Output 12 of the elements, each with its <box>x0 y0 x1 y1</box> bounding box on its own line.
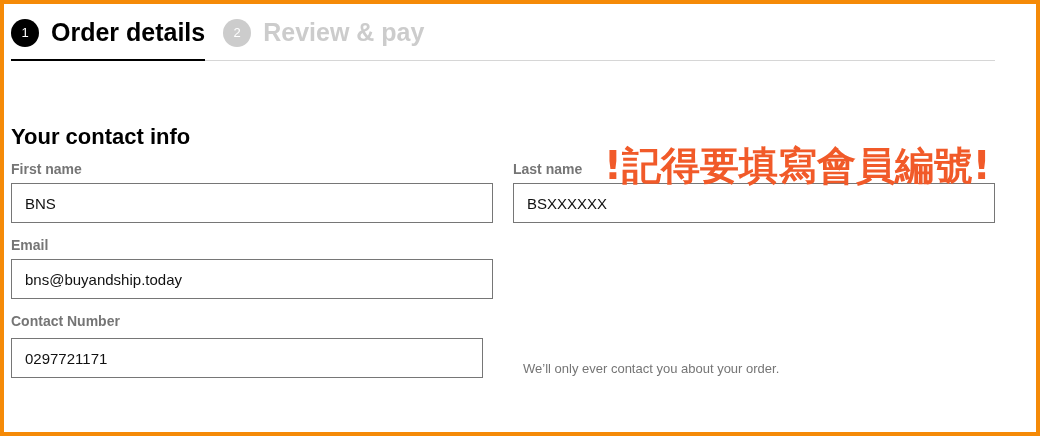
field-label: Last name <box>513 160 583 178</box>
input-field[interactable]: BNS <box>11 183 493 223</box>
step-tab[interactable]: 1 Order details <box>11 18 206 61</box>
hint-text: We’ll only ever contact you about your order. <box>522 361 781 377</box>
field-label: First name <box>11 160 82 178</box>
section-heading: Your contact info <box>11 123 192 151</box>
input-field[interactable]: bns@buyandship.today <box>11 259 493 299</box>
step-label: Order details <box>51 18 206 47</box>
field-label: Email <box>11 236 49 254</box>
step-number: 1 <box>11 18 39 47</box>
field-label: Contact Number <box>11 312 120 330</box>
input-field[interactable]: 0297721171 <box>11 338 483 378</box>
